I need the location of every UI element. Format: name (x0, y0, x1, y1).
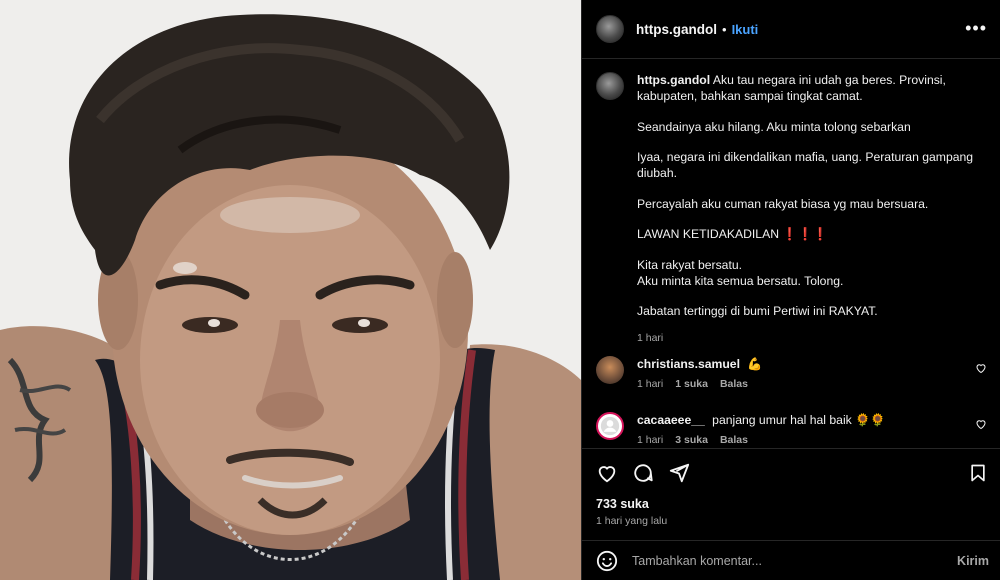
reply-button[interactable]: Balas (720, 434, 748, 446)
reply-button[interactable]: Balas (720, 378, 748, 390)
caption-paragraph: Percayalah aku cuman rakyat biasa yg mau… (637, 196, 929, 211)
commenter-username[interactable]: cacaaeee__ (637, 413, 705, 427)
commenter-avatar[interactable] (596, 412, 624, 440)
like-heart-icon[interactable] (596, 462, 618, 484)
comment-item: cacaaeee__ panjang umur hal hal baik 🌻🌻 … (596, 412, 991, 446)
caption-author-username[interactable]: https.gandol (637, 73, 710, 87)
follow-button[interactable]: Ikuti (732, 22, 759, 37)
actions-divider (582, 448, 1000, 449)
post-comment-button[interactable]: Kirim (957, 554, 989, 568)
comment-bubble-icon[interactable] (632, 462, 654, 484)
share-send-icon[interactable] (668, 462, 690, 484)
comment-text: cacaaeee__ panjang umur hal hal baik 🌻🌻 (637, 412, 991, 428)
post-actions (596, 462, 690, 484)
author-avatar[interactable] (596, 15, 624, 43)
post-image[interactable] (0, 0, 581, 580)
bookmark-icon[interactable] (968, 462, 988, 484)
caption-paragraph: Jabatan tertinggi di bumi Pertiwi ini RA… (637, 304, 878, 318)
separator-dot: • (722, 21, 727, 37)
comment-likes[interactable]: 3 suka (675, 434, 708, 446)
caption-paragraph: Kita rakyat bersatu. Aku minta kita semu… (637, 257, 844, 288)
comment-time: 1 hari (637, 434, 664, 446)
comment-body: 💪 (747, 357, 763, 371)
author-username[interactable]: https.gandol (636, 22, 717, 37)
caption-author-avatar[interactable] (596, 72, 624, 100)
post-header: https.gandol • Ikuti ••• (582, 0, 1000, 59)
comment-input[interactable]: Tambahkan komentar... (632, 554, 762, 568)
caption-time: 1 hari (637, 331, 664, 344)
more-horizontal-icon[interactable]: ••• (965, 19, 987, 37)
comment-body: panjang umur hal hal baik 🌻🌻 (712, 413, 886, 427)
caption-body: https.gandol Aku tau negara ini udah ga … (637, 72, 991, 319)
comment-item: christians.samuel 💪 1 hari 1 suka Balas (596, 356, 991, 390)
comment-text: christians.samuel 💪 (637, 356, 991, 372)
comment-meta: 1 hari 1 suka Balas (637, 378, 991, 390)
comment-likes[interactable]: 1 suka (675, 378, 708, 390)
post-details-panel: https.gandol • Ikuti ••• https.gandol Ak… (581, 0, 1000, 580)
commenter-avatar[interactable] (596, 356, 624, 384)
caption-paragraph: Iyaa, negara ini dikendalikan mafia, uan… (637, 150, 974, 180)
post-caption: https.gandol Aku tau negara ini udah ga … (596, 72, 991, 344)
post-photo (0, 0, 581, 580)
comment-time: 1 hari (637, 378, 664, 390)
caption-paragraph: LAWAN KETIDAKADILAN ❗❗❗ (637, 227, 828, 241)
heart-icon[interactable] (975, 362, 987, 374)
caption-paragraph: Seandainya aku hilang. Aku minta tolong … (637, 119, 911, 134)
default-user-icon (600, 416, 620, 436)
comment-composer: Tambahkan komentar... Kirim (582, 540, 1000, 580)
likes-count[interactable]: 733 suka (596, 497, 649, 511)
commenter-username[interactable]: christians.samuel (637, 357, 740, 371)
heart-icon[interactable] (975, 418, 987, 430)
post-timestamp: 1 hari yang lalu (596, 515, 668, 527)
emoji-icon[interactable] (596, 550, 618, 572)
comment-meta: 1 hari 3 suka Balas (637, 434, 991, 446)
